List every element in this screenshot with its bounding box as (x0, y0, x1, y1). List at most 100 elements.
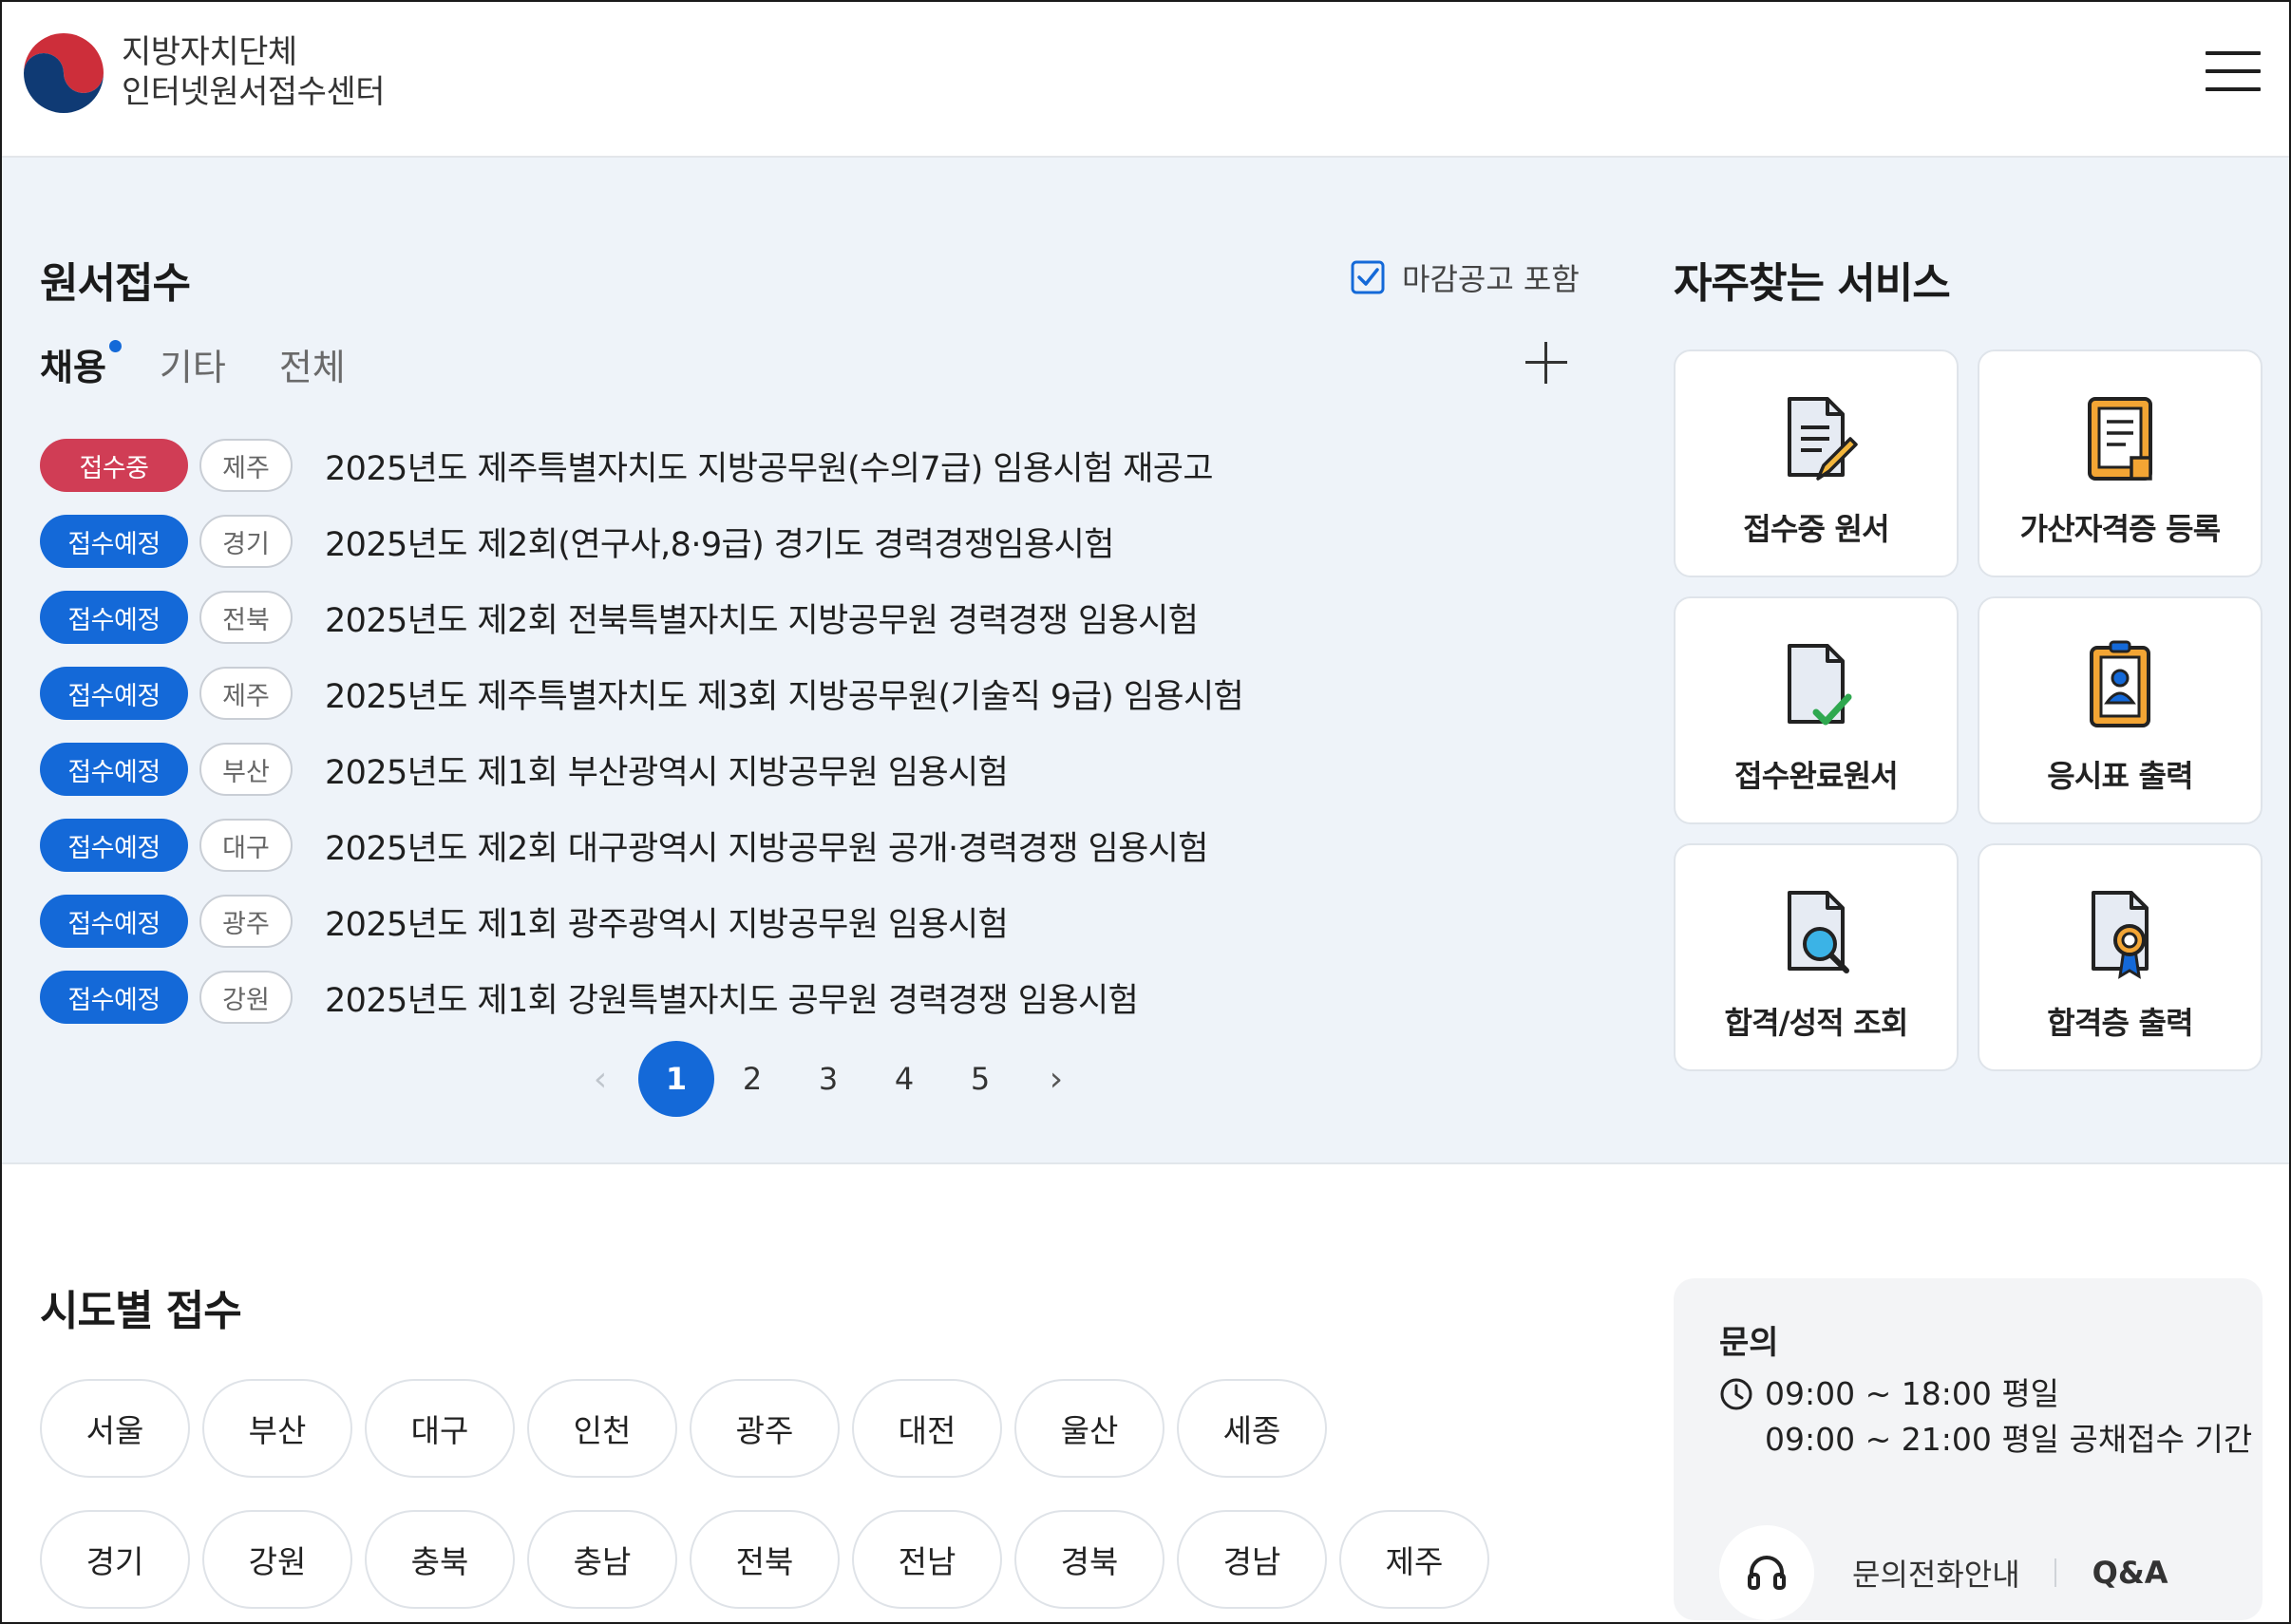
region-chip[interactable]: 세종 (1177, 1379, 1327, 1478)
checkbox-checked-icon[interactable] (1351, 260, 1385, 294)
site-title[interactable]: 지방자치단체 인터넷원서접수센터 (122, 32, 386, 112)
divider (2054, 1558, 2056, 1587)
tab-recruitment-label: 채용 (40, 347, 106, 388)
region-chip[interactable]: 서울 (40, 1379, 190, 1478)
region-badge: 부산 (199, 743, 293, 796)
service-applications-in-progress[interactable]: 접수중 원서 (1674, 349, 1959, 577)
regions-title: 시도별 접수 (40, 1287, 242, 1335)
region-chip[interactable]: 충남 (527, 1510, 677, 1609)
page-button-1[interactable]: 1 (638, 1041, 714, 1117)
application-title: 원서접수 (40, 259, 191, 308)
region-chip[interactable]: 강원 (202, 1510, 352, 1609)
region-chip[interactable]: 전남 (852, 1510, 1002, 1609)
page-button-4[interactable]: 4 (866, 1041, 942, 1117)
list-item[interactable]: 접수예정 경기 2025년도 제2회(연구사,8·9급) 경기도 경력경쟁임용시… (40, 503, 1598, 579)
tab-recruitment[interactable]: 채용 (40, 338, 122, 390)
document-search-icon (1788, 891, 1849, 973)
status-badge: 접수예정 (40, 971, 188, 1024)
page: 지방자치단체 인터넷원서접수센터 원서접수 마감공고 포함 채용 기타 전체 접… (0, 0, 2291, 1624)
page-button-2[interactable]: 2 (714, 1041, 790, 1117)
service-label: 접수완료원서 (1734, 758, 1899, 794)
region-badge: 경기 (199, 515, 293, 568)
list-item[interactable]: 접수예정 제주 2025년도 제주특별자치도 제3회 지방공무원(기술직 9급)… (40, 655, 1598, 731)
government-logo[interactable] (23, 32, 104, 114)
region-chip[interactable]: 인천 (527, 1379, 677, 1478)
list-item-title[interactable]: 2025년도 제2회 전북특별자치도 지방공무원 경력경쟁 임용시험 (325, 594, 1199, 642)
region-chip[interactable]: 광주 (690, 1379, 840, 1478)
services-grid: 접수중 원서 가산자격증 등록 접수완료원서 응시표 출력 합격/성적 조회 합… (1674, 349, 2263, 1071)
list-item-title[interactable]: 2025년도 제1회 강원특별자치도 공무원 경력경쟁 임용시험 (325, 973, 1139, 1022)
region-chip[interactable]: 대구 (365, 1379, 515, 1478)
more-plus-icon[interactable] (1525, 342, 1567, 384)
list-item[interactable]: 접수예정 대구 2025년도 제2회 대구광역시 지방공무원 공개·경력경쟁 임… (40, 807, 1598, 883)
clock-icon (1720, 1378, 1752, 1410)
service-pass-certificate[interactable]: 합격층 출력 (1978, 843, 2263, 1071)
list-item-title[interactable]: 2025년도 제1회 부산광역시 지방공무원 임용시험 (325, 746, 1009, 794)
include-closed-toggle[interactable]: 마감공고 포함 (1351, 255, 1580, 299)
page-button-5[interactable]: 5 (942, 1041, 1018, 1117)
tab-other[interactable]: 기타 (160, 338, 226, 390)
region-badge: 강원 (199, 971, 293, 1024)
application-list: 접수중 제주 2025년도 제주특별자치도 지방공무원(수의7급) 임용시험 재… (40, 427, 1598, 1035)
service-label: 합격/성적 조회 (1724, 1005, 1908, 1041)
status-badge: 접수중 (40, 439, 188, 492)
service-certificate-registration[interactable]: 가산자격증 등록 (1978, 349, 2263, 577)
site-title-line1: 지방자치단체 (122, 33, 297, 71)
region-chip[interactable]: 경남 (1177, 1510, 1327, 1609)
list-item[interactable]: 접수중 제주 2025년도 제주특별자치도 지방공무원(수의7급) 임용시험 재… (40, 427, 1598, 503)
status-badge: 접수예정 (40, 667, 188, 720)
region-chip[interactable]: 울산 (1014, 1379, 1164, 1478)
list-item-title[interactable]: 2025년도 제1회 광주광역시 지방공무원 임용시험 (325, 897, 1009, 946)
service-results-lookup[interactable]: 합격/성적 조회 (1674, 843, 1959, 1071)
tab-all-label: 전체 (278, 347, 346, 388)
status-badge: 접수예정 (40, 515, 188, 568)
prev-page-chevron-icon[interactable]: ‹ (562, 1041, 638, 1117)
inquiry-actions: 문의전화안내 Q&A (1719, 1525, 2168, 1620)
header: 지방자치단체 인터넷원서접수센터 (2, 2, 2289, 158)
region-chip[interactable]: 충북 (365, 1510, 515, 1609)
service-label: 가산자격증 등록 (2019, 511, 2222, 547)
status-badge: 접수예정 (40, 591, 188, 644)
page-button-3[interactable]: 3 (790, 1041, 866, 1117)
region-row-1: 서울 부산 대구 인천 광주 대전 울산 세종 (40, 1379, 1503, 1478)
id-card-icon (2090, 640, 2150, 727)
list-item-title[interactable]: 2025년도 제2회 대구광역시 지방공무원 공개·경력경쟁 임용시험 (325, 821, 1209, 870)
phone-inquiry-link[interactable]: 문의전화안내 (1852, 1551, 2020, 1595)
list-item[interactable]: 접수예정 부산 2025년도 제1회 부산광역시 지방공무원 임용시험 (40, 731, 1598, 807)
region-badge: 광주 (199, 895, 293, 948)
service-completed-applications[interactable]: 접수완료원서 (1674, 596, 1959, 824)
document-award-icon (2092, 891, 2149, 979)
service-label: 응시표 출력 (2047, 758, 2193, 794)
status-badge: 접수예정 (40, 895, 188, 948)
region-chip[interactable]: 부산 (202, 1379, 352, 1478)
new-indicator-dot (108, 340, 122, 352)
next-page-chevron-icon[interactable]: › (1018, 1041, 1094, 1117)
service-label: 접수중 원서 (1743, 511, 1889, 547)
region-chip[interactable]: 경북 (1014, 1510, 1164, 1609)
inquiry-panel: 문의 09:00 ~ 18:00 평일 09:00 ~ 21:00 평일 공채접… (1674, 1278, 2263, 1620)
list-item-title[interactable]: 2025년도 제2회(연구사,8·9급) 경기도 경력경쟁임용시험 (325, 518, 1114, 566)
inquiry-title: 문의 (1719, 1324, 1779, 1362)
region-chip[interactable]: 경기 (40, 1510, 190, 1609)
include-closed-label: 마감공고 포함 (1402, 261, 1580, 297)
region-badge: 제주 (199, 667, 293, 720)
menu-icon[interactable] (2206, 51, 2261, 93)
list-item[interactable]: 접수예정 광주 2025년도 제1회 광주광역시 지방공무원 임용시험 (40, 883, 1598, 959)
category-tabs: 채용 기타 전체 (40, 338, 399, 390)
list-item-title[interactable]: 2025년도 제주특별자치도 제3회 지방공무원(기술직 9급) 임용시험 (325, 670, 1244, 718)
region-chip[interactable]: 전북 (690, 1510, 840, 1609)
hours-recruitment-period: 09:00 ~ 21:00 평일 공채접수 기간 (1765, 1421, 2253, 1458)
list-item[interactable]: 접수예정 강원 2025년도 제1회 강원특별자치도 공무원 경력경쟁 임용시험 (40, 959, 1598, 1035)
service-admission-ticket[interactable]: 응시표 출력 (1978, 596, 2263, 824)
list-item-title[interactable]: 2025년도 제주특별자치도 지방공무원(수의7급) 임용시험 재공고 (325, 442, 1214, 490)
tab-all[interactable]: 전체 (279, 338, 346, 390)
qa-link[interactable]: Q&A (2092, 1555, 2168, 1591)
region-chip[interactable]: 대전 (852, 1379, 1002, 1478)
document-pen-icon (1788, 397, 1858, 481)
list-item[interactable]: 접수예정 전북 2025년도 제2회 전북특별자치도 지방공무원 경력경쟁 임용… (40, 579, 1598, 655)
headset-icon[interactable] (1719, 1525, 1814, 1620)
region-badge: 대구 (199, 819, 293, 872)
region-row-2: 경기 강원 충북 충남 전북 전남 경북 경남 제주 (40, 1510, 1503, 1609)
region-section: 시도별 접수 서울 부산 대구 인천 광주 대전 울산 세종 경기 강원 충북 … (2, 1166, 2289, 1622)
region-chip[interactable]: 제주 (1339, 1510, 1489, 1609)
